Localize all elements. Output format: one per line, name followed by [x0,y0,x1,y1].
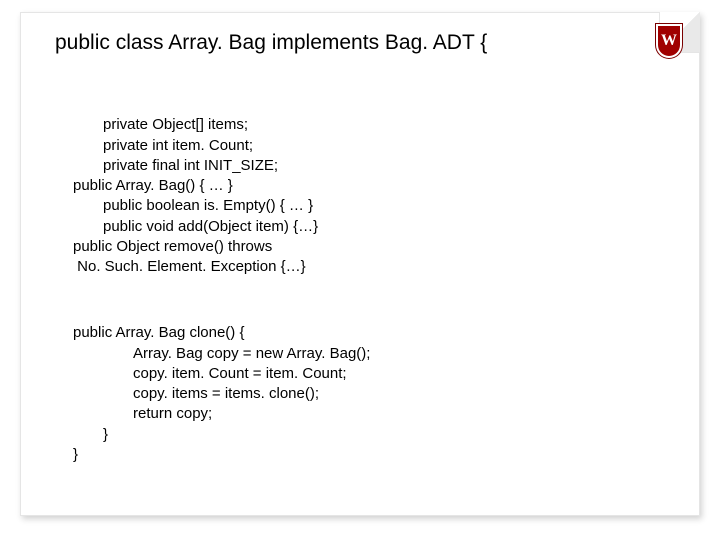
code-line: } [73,445,78,465]
code-line: public boolean is. Empty() { … } [73,196,313,216]
content-card: public class Array. Bag implements Bag. … [20,12,700,516]
code-line: No. Such. Element. Exception {…} [73,257,306,277]
slide: public class Array. Bag implements Bag. … [0,0,720,540]
code-line: public void add(Object item) {…} [73,217,318,237]
wisconsin-crest-icon: W [656,24,682,58]
code-line: private int item. Count; [73,136,253,156]
code-block-clone-method: public Array. Bag clone() { Array. Bag c… [73,303,370,465]
code-line: private Object[] items; [73,115,248,135]
code-line: public Object remove() throws [73,237,272,257]
code-line: private final int INIT_SIZE; [73,156,278,176]
code-line: return copy; [73,404,212,424]
code-line: public Array. Bag() { … } [73,176,233,196]
code-line: public Array. Bag clone() { [73,323,244,343]
code-line: } [73,425,108,445]
code-line: copy. item. Count = item. Count; [73,364,347,384]
class-declaration-heading: public class Array. Bag implements Bag. … [55,31,487,55]
crest-letter: W [661,32,677,50]
code-block-fields-methods: private Object[] items; private int item… [73,95,318,277]
code-line: Array. Bag copy = new Array. Bag(); [73,344,370,364]
code-line: copy. items = items. clone(); [73,384,319,404]
